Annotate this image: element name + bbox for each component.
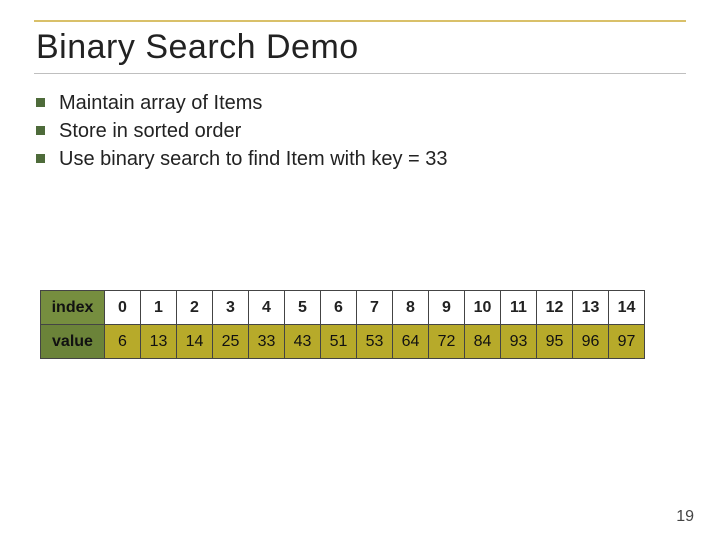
list-item: Maintain array of Items <box>36 90 686 116</box>
bullet-text: Store in sorted order <box>59 118 241 144</box>
bullet-icon <box>36 126 45 135</box>
row-header-index: index <box>41 291 105 325</box>
index-cell: 4 <box>249 291 285 325</box>
index-cell: 10 <box>465 291 501 325</box>
index-cell: 14 <box>609 291 645 325</box>
title-block: Binary Search Demo <box>34 20 686 74</box>
value-cell: 6 <box>105 325 141 359</box>
index-cell: 2 <box>177 291 213 325</box>
table-row-value: value 6 13 14 25 33 43 51 53 64 72 84 93… <box>41 325 645 359</box>
array-table-wrap: index 0 1 2 3 4 5 6 7 8 9 10 11 12 13 14… <box>40 290 686 359</box>
value-cell: 33 <box>249 325 285 359</box>
value-cell: 84 <box>465 325 501 359</box>
page-number: 19 <box>676 508 694 526</box>
value-cell: 93 <box>501 325 537 359</box>
value-cell: 64 <box>393 325 429 359</box>
value-cell: 51 <box>321 325 357 359</box>
row-header-value: value <box>41 325 105 359</box>
array-table: index 0 1 2 3 4 5 6 7 8 9 10 11 12 13 14… <box>40 290 645 359</box>
index-cell: 6 <box>321 291 357 325</box>
slide: Binary Search Demo Maintain array of Ite… <box>0 0 720 540</box>
index-cell: 8 <box>393 291 429 325</box>
value-cell: 43 <box>285 325 321 359</box>
index-cell: 9 <box>429 291 465 325</box>
index-cell: 7 <box>357 291 393 325</box>
index-cell: 1 <box>141 291 177 325</box>
page-title: Binary Search Demo <box>34 24 686 73</box>
value-cell: 13 <box>141 325 177 359</box>
value-cell: 97 <box>609 325 645 359</box>
index-cell: 0 <box>105 291 141 325</box>
index-cell: 11 <box>501 291 537 325</box>
value-cell: 95 <box>537 325 573 359</box>
value-cell: 53 <box>357 325 393 359</box>
table-row-index: index 0 1 2 3 4 5 6 7 8 9 10 11 12 13 14 <box>41 291 645 325</box>
list-item: Store in sorted order <box>36 118 686 144</box>
bullet-text: Maintain array of Items <box>59 90 262 116</box>
value-cell: 96 <box>573 325 609 359</box>
title-rule-bottom <box>34 73 686 74</box>
bullet-icon <box>36 154 45 163</box>
value-cell: 72 <box>429 325 465 359</box>
index-cell: 12 <box>537 291 573 325</box>
index-cell: 3 <box>213 291 249 325</box>
value-cell: 14 <box>177 325 213 359</box>
bullet-list: Maintain array of Items Store in sorted … <box>36 90 686 172</box>
bullet-text: Use binary search to find Item with key … <box>59 146 448 172</box>
bullet-icon <box>36 98 45 107</box>
index-cell: 5 <box>285 291 321 325</box>
list-item: Use binary search to find Item with key … <box>36 146 686 172</box>
title-rule-top <box>34 20 686 22</box>
value-cell: 25 <box>213 325 249 359</box>
index-cell: 13 <box>573 291 609 325</box>
